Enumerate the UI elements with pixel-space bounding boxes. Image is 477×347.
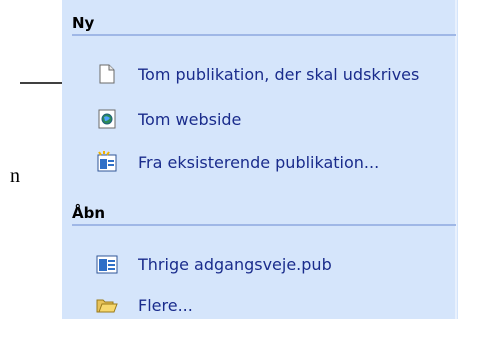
item-label: Tom webside [138,109,242,129]
item-label: Thrige adgangsveje.pub [138,254,332,274]
publisher-wizard-icon [96,151,118,173]
open-folder-icon [96,294,118,316]
item-label: Fra eksisterende publikation... [138,152,380,172]
section-title: Åbn [72,204,106,222]
from-existing-publication-link[interactable]: Fra eksisterende publikation... [96,150,456,174]
new-blank-webpage-link[interactable]: Tom webside [96,107,456,131]
publisher-file-icon [96,253,118,275]
section-divider [72,224,456,226]
item-label: Flere... [138,295,193,315]
open-recent-file-link[interactable]: Thrige adgangsveje.pub [96,252,456,276]
section-title: Ny [72,14,95,32]
section-divider [72,34,456,36]
blank-page-icon [96,63,118,85]
item-label: Tom publikation, der skal udskrives [138,64,420,84]
new-blank-publication-link[interactable]: Tom publikation, der skal udskrives [96,62,456,86]
partial-text: n [10,165,20,187]
section-header-open: Åbn [72,204,456,226]
section-header-new: Ny [72,14,456,36]
open-more-files-link[interactable]: Flere... [96,293,456,317]
web-page-icon [96,108,118,130]
